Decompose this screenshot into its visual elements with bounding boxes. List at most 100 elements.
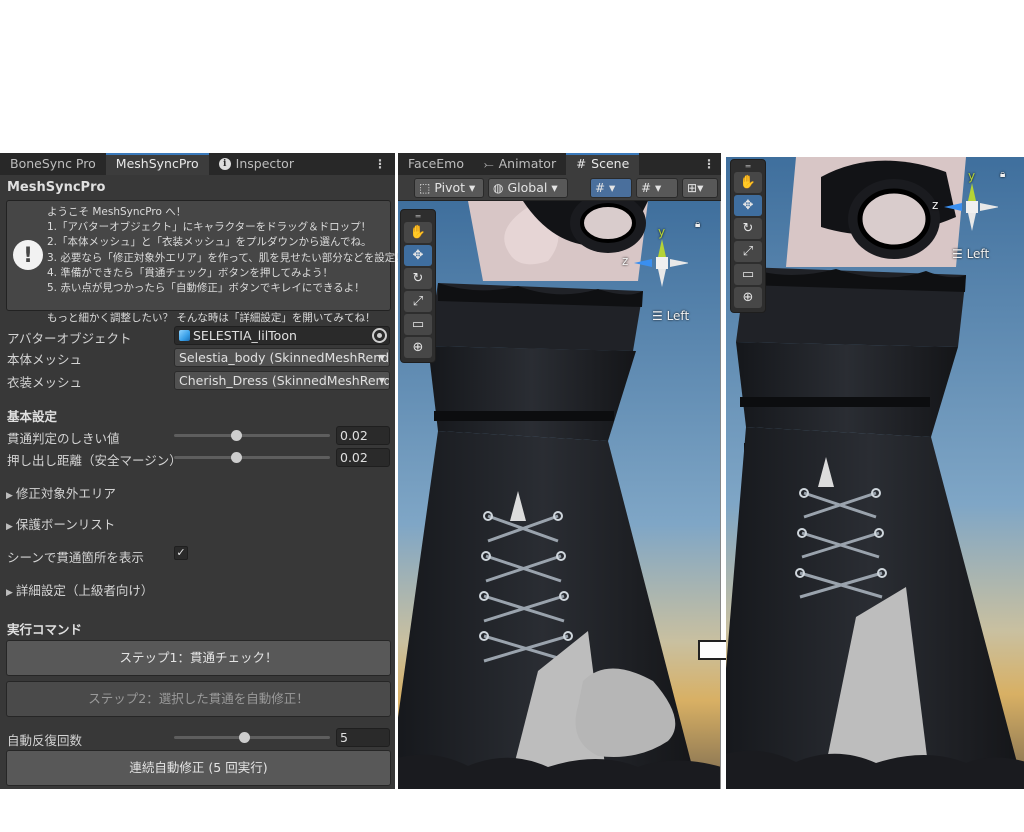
chevron-down-icon: ▼	[378, 376, 385, 385]
lock-icon[interactable]: 🔒︎	[695, 219, 700, 230]
push-distance-label: 押し出し距離（安全マージン）	[7, 453, 182, 468]
foldout-label: 詳細設定（上級者向け）	[15, 583, 154, 598]
show-in-scene-checkbox[interactable]: ✓	[174, 546, 188, 560]
ruler-toggle[interactable]: ⊞▾	[682, 178, 718, 198]
foldout-protected-bones[interactable]: ▶ 保護ボーンリスト	[6, 514, 115, 533]
left-tab-bar: BoneSync Pro MeshSyncPro i Inspector	[0, 153, 395, 175]
push-distance-input[interactable]: 0.02	[336, 448, 390, 467]
global-dropdown[interactable]: ◍ Global ▾	[488, 178, 568, 198]
step2-auto-fix-button[interactable]: ステップ2：選択した貫通を自動修正！	[6, 681, 391, 717]
pivot-label: Pivot	[434, 180, 466, 195]
help-line: 5. 赤い点が見つかったら「自動修正」ボタンでキレイにできるよ！	[47, 282, 365, 295]
global-label: Global	[507, 180, 548, 195]
drag-handle-icon[interactable]: ═	[734, 162, 762, 172]
tab-bonesync-pro[interactable]: BoneSync Pro	[0, 153, 106, 175]
slider-handle[interactable]	[231, 430, 243, 441]
continuous-fix-button[interactable]: 連続自動修正 (5 回実行)	[6, 750, 391, 786]
rect-tool-icon[interactable]: ▭	[404, 314, 432, 335]
auto-repeat-slider[interactable]	[174, 732, 330, 743]
auto-repeat-input[interactable]: 5	[336, 728, 390, 747]
meshsyncpro-window: BoneSync Pro MeshSyncPro i Inspector ⋮ Me…	[0, 153, 406, 789]
slider-handle[interactable]	[239, 732, 251, 743]
commands-heading: 実行コマンド	[7, 622, 83, 637]
slider-handle[interactable]	[231, 452, 243, 463]
pivot-dropdown[interactable]: ⬚ Pivot ▾	[414, 178, 484, 198]
tab-label: BoneSync Pro	[10, 156, 96, 171]
info-icon: i	[218, 158, 231, 170]
show-in-scene-label: シーンで貫通箇所を表示	[7, 550, 144, 565]
help-box: ! ようこそ MeshSyncPro へ！ 1.「アバターオブジェクト」にキャラ…	[6, 200, 406, 324]
view-name: Left	[966, 247, 990, 261]
snap-increment-icon: #	[641, 181, 652, 195]
rect-tool-icon[interactable]: ▭	[734, 264, 762, 285]
threshold-input[interactable]: 0.02	[336, 426, 390, 445]
after-orientation-gizmo[interactable]: y z	[932, 167, 1000, 247]
help-line	[47, 296, 389, 311]
foldout-exclude-area[interactable]: ▶ 修正対象外エリア	[6, 483, 116, 502]
gameobject-icon	[179, 330, 190, 341]
cloth-mesh-dropdown[interactable]: Cherish_Dress (SkinnedMeshRenderer) ▼	[174, 371, 390, 390]
ruler-icon: ⊞	[687, 181, 698, 195]
scale-tool-icon[interactable]: ⤢	[734, 241, 762, 262]
kebab-menu-icon[interactable]: ⋮	[372, 153, 388, 175]
panel-title: MeshSyncPro	[7, 180, 106, 195]
view-orientation-label[interactable]: ☰ Left	[952, 247, 989, 261]
grid-snap-icon: #	[595, 181, 606, 195]
scene-toolbar: ⬚ Pivot ▾ ◍ Global ▾ # ▾ # ▾ ⊞▾	[398, 175, 721, 201]
rotate-tool-icon[interactable]: ↻	[404, 268, 432, 289]
drag-handle-icon[interactable]: ═	[404, 212, 432, 222]
avatar-object-field[interactable]: SELESTIA_lilToon	[174, 326, 390, 345]
animator-icon: ⤚	[484, 157, 494, 171]
basic-settings-heading: 基本設定	[7, 409, 58, 424]
tab-label: FaceEmo	[408, 156, 464, 171]
foldout-advanced[interactable]: ▶ 詳細設定（上級者向け）	[6, 580, 153, 599]
kebab-menu-icon[interactable]: ⋮	[701, 153, 717, 175]
globe-icon: ◍	[493, 181, 504, 195]
gizmo-y-label: y	[658, 225, 666, 239]
cloth-mesh-label: 衣装メッシュ	[7, 375, 83, 390]
avatar-object-value: SELESTIA_lilToon	[193, 328, 297, 343]
help-line: 4. 準備ができたら「貫通チェック」ボタンを押してみよう！	[47, 266, 334, 279]
gizmo-z-label: z	[932, 198, 939, 212]
step1-check-button[interactable]: ステップ1：貫通チェック！	[6, 640, 391, 676]
help-line: 1.「アバターオブジェクト」にキャラクターをドラッグ＆ドロップ！	[47, 221, 372, 234]
tab-label: Inspector	[235, 156, 294, 171]
transform-tool-icon[interactable]: ⊕	[404, 337, 432, 358]
axis-gizmo-icon	[634, 239, 688, 287]
foldout-label: 修正対象外エリア	[15, 486, 116, 501]
grid-snap-toggle[interactable]: # ▾	[590, 178, 632, 198]
chevron-down-icon: ▼	[378, 353, 385, 362]
body-mesh-label: 本体メッシュ	[7, 352, 83, 367]
lock-icon[interactable]: 🔒︎	[1000, 169, 1005, 180]
transform-tool-icon[interactable]: ⊕	[734, 287, 762, 308]
scene-viewport[interactable]: ═ ✋ ✥ ↻ ⤢ ▭ ⊕ y z ☰ Left 🔒︎	[398, 201, 721, 789]
orientation-gizmo[interactable]: y z	[622, 223, 688, 303]
help-line: 3. 必要なら「修正対象外エリア」を作って、肌を見せたい部分などを設定！	[47, 251, 406, 264]
hand-tool-icon[interactable]: ✋	[404, 222, 432, 243]
after-tools-overlay: ═ ✋ ✥ ↻ ⤢ ▭ ⊕	[730, 159, 766, 313]
tab-faceemo[interactable]: FaceEmo	[398, 153, 474, 175]
gizmo-y-label: y	[968, 169, 976, 183]
object-picker-icon[interactable]	[372, 328, 387, 343]
move-tool-icon[interactable]: ✥	[404, 245, 432, 266]
tab-inspector[interactable]: i Inspector	[209, 153, 304, 175]
increment-snap-toggle[interactable]: # ▾	[636, 178, 678, 198]
body-mesh-value: Selestia_body (SkinnedMeshRenderer)	[179, 350, 390, 365]
triangle-right-icon: ▶	[6, 522, 13, 532]
tab-animator[interactable]: ⤚ Animator	[474, 153, 566, 175]
threshold-slider[interactable]	[174, 430, 330, 441]
push-distance-slider[interactable]	[174, 452, 330, 463]
threshold-label: 貫通判定のしきい値	[7, 431, 120, 446]
rotate-tool-icon[interactable]: ↻	[734, 218, 762, 239]
help-line: 2.「本体メッシュ」と「衣装メッシュ」をプルダウンから選んでね。	[47, 236, 372, 249]
tab-label: Scene	[591, 156, 630, 171]
move-tool-icon[interactable]: ✥	[734, 195, 762, 216]
foldout-label: 保護ボーンリスト	[15, 517, 116, 532]
view-orientation-label[interactable]: ☰ Left	[652, 309, 689, 323]
view-name: Left	[666, 309, 690, 323]
tab-meshsyncpro[interactable]: MeshSyncPro	[105, 153, 209, 175]
tab-scene[interactable]: # Scene	[566, 153, 640, 175]
scale-tool-icon[interactable]: ⤢	[404, 291, 432, 312]
body-mesh-dropdown[interactable]: Selestia_body (SkinnedMeshRenderer) ▼	[174, 348, 390, 367]
hand-tool-icon[interactable]: ✋	[734, 172, 762, 193]
